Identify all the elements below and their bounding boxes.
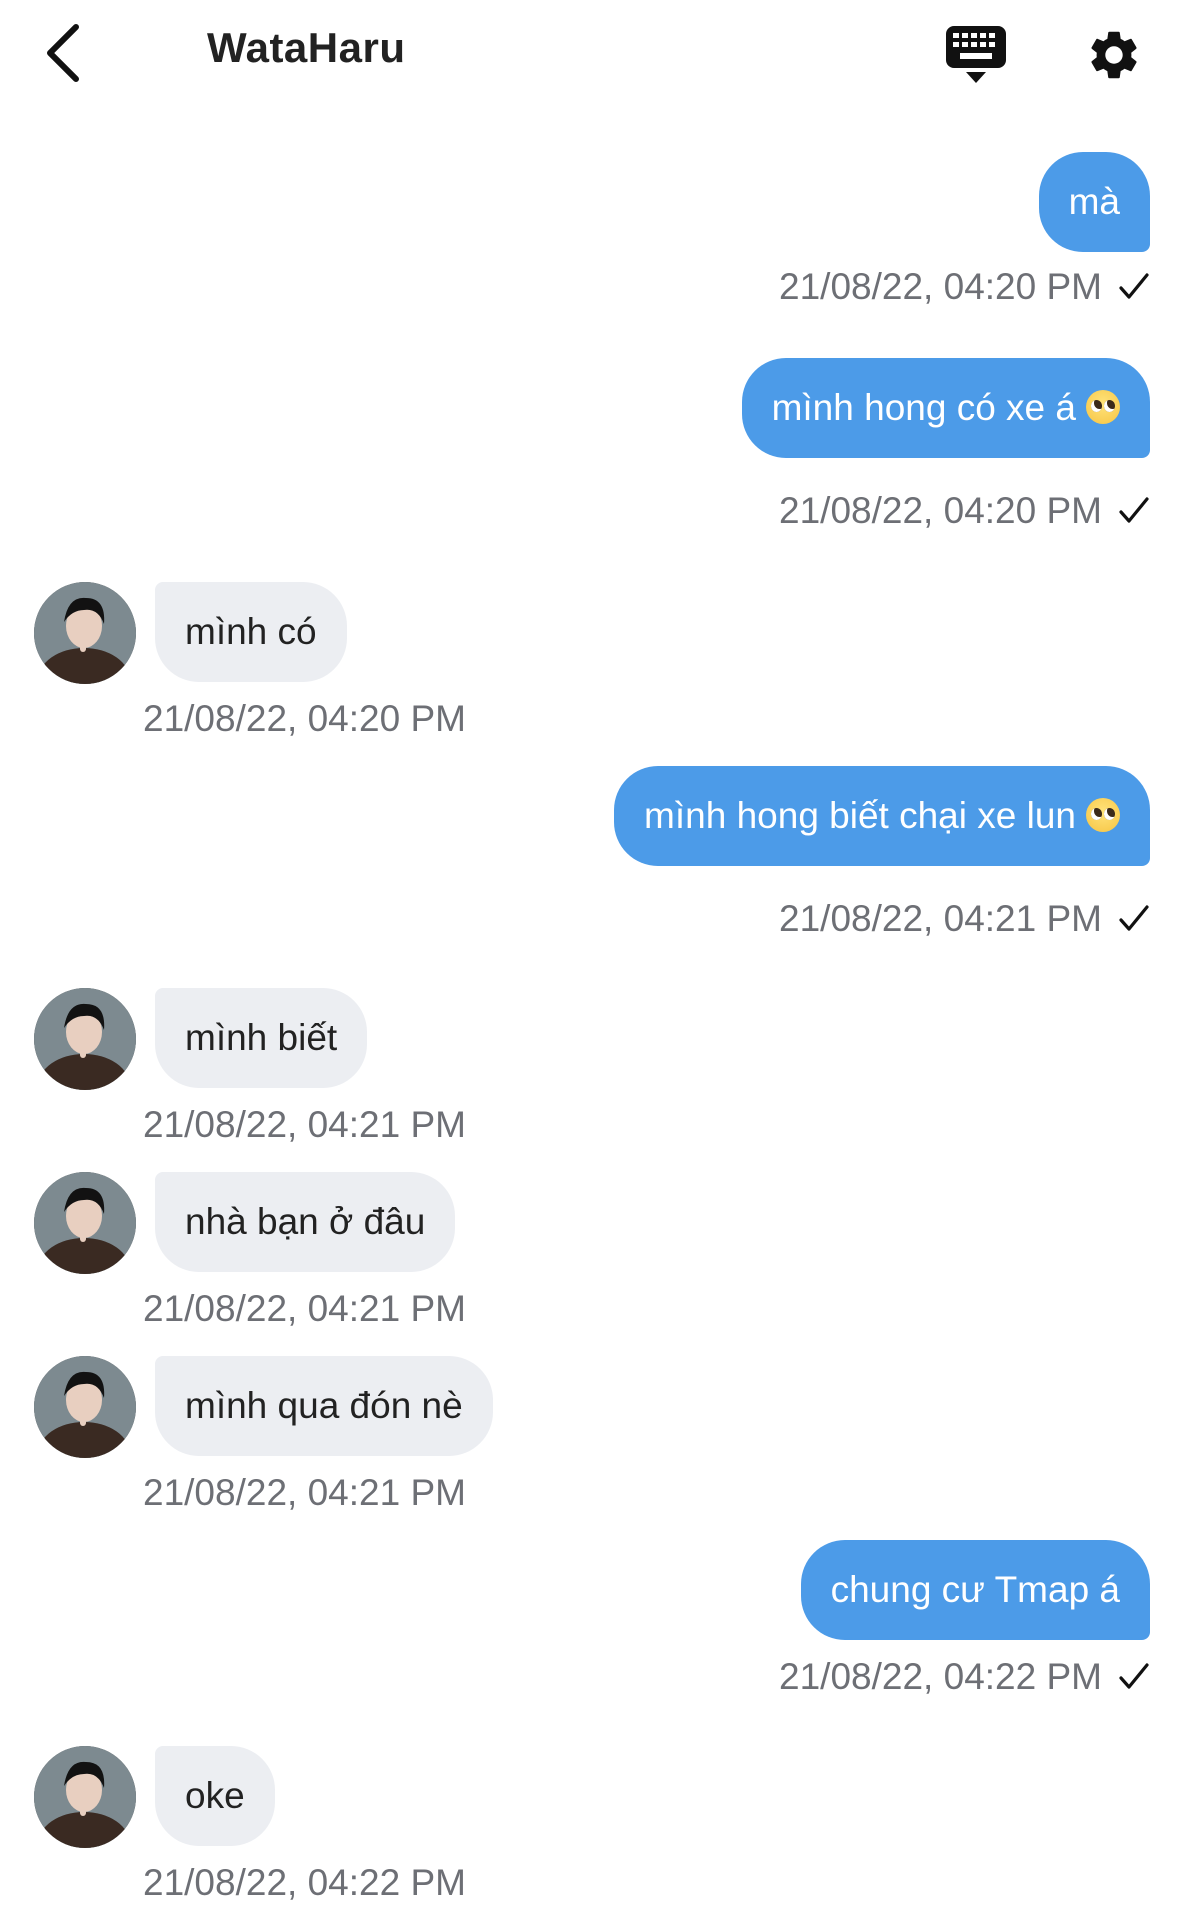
message-timestamp: 21/08/22, 04:22 PM bbox=[779, 1656, 1150, 1698]
settings-button[interactable] bbox=[1080, 22, 1148, 88]
message-text: chung cư Tmap á bbox=[830, 1569, 1120, 1610]
message-text: mình qua đón nè bbox=[185, 1385, 463, 1426]
incoming-message-bubble[interactable]: mình qua đón nè bbox=[155, 1356, 493, 1456]
timestamp-text: 21/08/22, 04:22 PM bbox=[779, 1656, 1102, 1697]
gear-icon bbox=[1091, 31, 1137, 79]
message-text: mình có bbox=[185, 611, 317, 652]
pleading-face-emoji-icon bbox=[1086, 798, 1120, 833]
avatar-image bbox=[34, 1172, 136, 1274]
pleading-face-emoji-icon bbox=[1086, 390, 1120, 425]
message-text: mình hong có xe á bbox=[771, 387, 1076, 428]
avatar[interactable] bbox=[34, 582, 136, 684]
avatar[interactable] bbox=[34, 1172, 136, 1274]
outgoing-message-bubble[interactable]: chung cư Tmap á bbox=[800, 1540, 1150, 1640]
keyboard-icon bbox=[946, 26, 1006, 83]
message-timestamp: 21/08/22, 04:21 PM bbox=[143, 1104, 466, 1145]
message-text: mình hong biết chại xe lun bbox=[644, 795, 1076, 836]
avatar-image bbox=[34, 1746, 136, 1848]
message-timestamp: 21/08/22, 04:21 PM bbox=[143, 1288, 466, 1329]
incoming-message-bubble[interactable]: mình biết bbox=[155, 988, 368, 1088]
chat-header: WataHaru bbox=[0, 0, 1186, 110]
avatar-image bbox=[34, 582, 136, 684]
avatar[interactable] bbox=[34, 1746, 136, 1848]
message-timestamp: 21/08/22, 04:21 PM bbox=[143, 1472, 466, 1513]
incoming-message-bubble[interactable]: oke bbox=[155, 1746, 275, 1846]
avatar-image bbox=[34, 988, 136, 1090]
timestamp-text: 21/08/22, 04:20 PM bbox=[779, 266, 1102, 307]
avatar[interactable] bbox=[34, 988, 136, 1090]
keyboard-button[interactable] bbox=[940, 22, 1012, 88]
sent-check-icon bbox=[1118, 1662, 1150, 1692]
avatar[interactable] bbox=[34, 1356, 136, 1458]
sent-check-icon bbox=[1118, 272, 1150, 302]
sent-check-icon bbox=[1118, 496, 1150, 526]
outgoing-message-bubble[interactable]: mình hong biết chại xe lun bbox=[614, 766, 1150, 866]
message-timestamp: 21/08/22, 04:21 PM bbox=[779, 898, 1150, 940]
message-text: mình biết bbox=[185, 1017, 338, 1058]
message-timestamp: 21/08/22, 04:20 PM bbox=[779, 266, 1150, 308]
message-timestamp: 21/08/22, 04:22 PM bbox=[143, 1862, 466, 1903]
message-text: nhà bạn ở đâu bbox=[185, 1201, 426, 1242]
timestamp-text: 21/08/22, 04:21 PM bbox=[779, 898, 1102, 939]
chat-title: WataHaru bbox=[207, 24, 406, 71]
message-text: mà bbox=[1068, 181, 1120, 222]
sent-check-icon bbox=[1118, 904, 1150, 934]
outgoing-message-bubble[interactable]: mà bbox=[1038, 152, 1150, 252]
incoming-message-bubble[interactable]: nhà bạn ở đâu bbox=[155, 1172, 456, 1272]
outgoing-message-bubble[interactable]: mình hong có xe á bbox=[741, 358, 1150, 458]
incoming-message-bubble[interactable]: mình có bbox=[155, 582, 347, 682]
back-button[interactable] bbox=[36, 18, 92, 88]
message-timestamp: 21/08/22, 04:20 PM bbox=[143, 698, 466, 739]
timestamp-text: 21/08/22, 04:20 PM bbox=[779, 490, 1102, 531]
chevron-left-icon bbox=[47, 24, 79, 82]
message-timestamp: 21/08/22, 04:20 PM bbox=[779, 490, 1150, 532]
avatar-image bbox=[34, 1356, 136, 1458]
message-text: oke bbox=[185, 1775, 245, 1816]
